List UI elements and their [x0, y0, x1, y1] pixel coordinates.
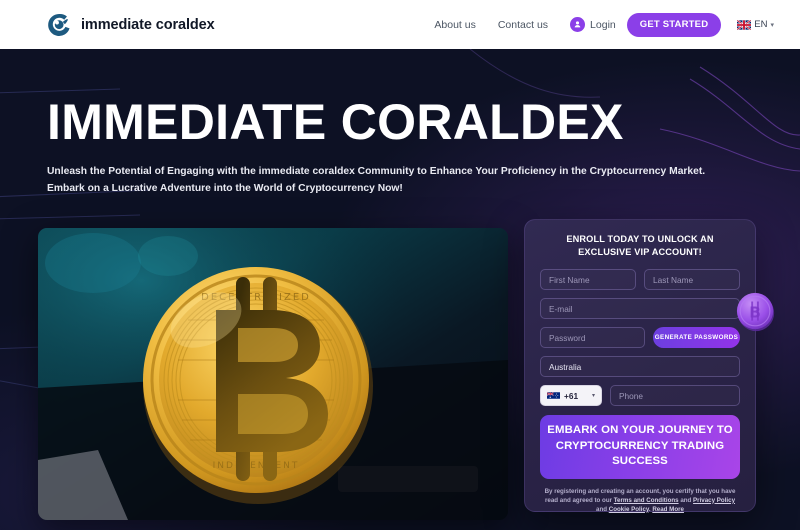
chevron-down-icon: ▾ [591, 393, 595, 399]
email-input[interactable]: E-mail [540, 298, 740, 319]
bitcoin-hero-image: DECENTRALIZED INDEPENDENT [38, 228, 508, 520]
phone-row: +61 ▾ Phone [540, 385, 740, 406]
privacy-policy-link[interactable]: Privacy Policy [693, 497, 735, 504]
last-name-input[interactable]: Last Name [644, 269, 740, 290]
phone-input[interactable]: Phone [610, 385, 740, 406]
brand-name: immediate coraldex [81, 16, 215, 33]
user-avatar-icon [570, 17, 586, 32]
page-title: IMMEDIATE CORALDEX [47, 94, 624, 150]
password-input[interactable]: Password [540, 327, 645, 348]
bitcoin-coin-icon: B [736, 292, 775, 332]
nav-link-about-us[interactable]: About us [423, 19, 486, 31]
country-code-select[interactable]: +61 ▾ [540, 385, 602, 406]
brand-logo-link[interactable]: immediate coraldex [46, 12, 215, 38]
site-header: immediate coraldex About us Contact us L… [0, 0, 800, 49]
login-button[interactable]: Login [559, 17, 627, 32]
disclaimer-text-part3: and [596, 505, 609, 513]
svg-text:B: B [749, 304, 761, 322]
get-started-button[interactable]: GET STARTED [626, 12, 722, 37]
uk-flag-icon [737, 19, 752, 30]
country-code-value: +61 [564, 390, 579, 401]
generate-passwords-button[interactable]: GENERATE PASSWORDS [653, 327, 740, 348]
disclaimer-text-part2: and [678, 496, 694, 504]
svg-text:INDEPENDENT: INDEPENDENT [213, 461, 300, 471]
form-title: ENROLL TODAY TO UNLOCK AN EXCLUSIVE VIP … [566, 234, 714, 257]
language-label: EN [754, 19, 768, 30]
submit-cta-button[interactable]: EMBARK ON YOUR JOURNEY TO CRYPTOCURRENCY… [540, 415, 740, 479]
landing-page: immediate coraldex About us Contact us L… [0, 0, 800, 530]
coraldex-logo-icon [48, 13, 70, 36]
nav-link-contact-us[interactable]: Contact us [487, 19, 559, 31]
country-select[interactable]: Australia [540, 356, 740, 377]
login-label: Login [590, 18, 616, 31]
chevron-down-icon: ▾ [770, 21, 774, 29]
language-selector[interactable]: EN ▾ [737, 19, 774, 30]
hero-subtitle: Unleash the Potential of Engaging with t… [47, 166, 706, 194]
name-row: First Name Last Name [540, 269, 740, 290]
bitcoin-coin-decoration: B [735, 291, 777, 333]
password-row: Password GENERATE PASSWORDS [540, 327, 740, 348]
signup-form-panel: ENROLL TODAY TO UNLOCK AN EXCLUSIVE VIP … [524, 219, 756, 514]
australia-flag-icon [547, 391, 560, 399]
read-more-link[interactable]: Read More [652, 506, 684, 513]
legal-disclaimer: By registering and creating an account, … [540, 487, 740, 514]
cookie-policy-link[interactable]: Cookie Policy [609, 506, 649, 513]
first-name-input[interactable]: First Name [540, 269, 636, 290]
country-row: Australia [540, 356, 740, 377]
terms-and-conditions-link[interactable]: Terms and Conditions [614, 497, 679, 504]
main-navigation: About us Contact us Login GET STARTED EN… [423, 12, 774, 37]
email-row: E-mail [540, 298, 740, 319]
